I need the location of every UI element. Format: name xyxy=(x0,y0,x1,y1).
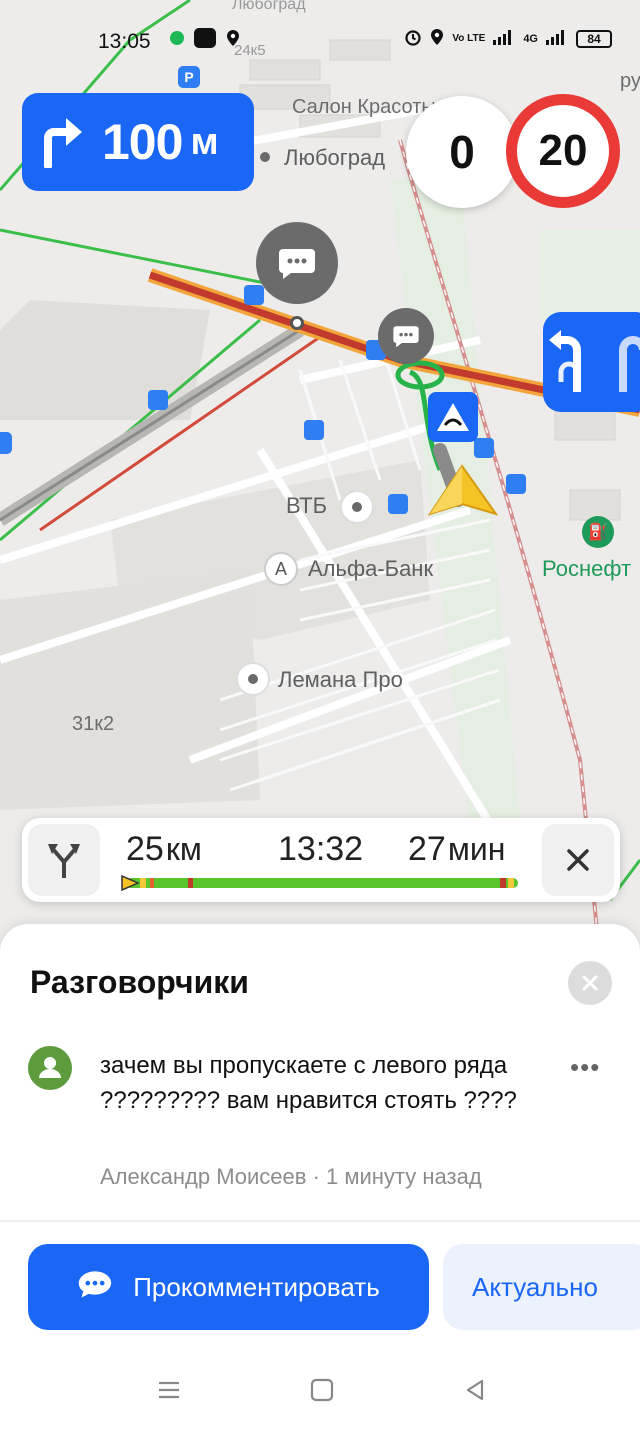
alarm-icon xyxy=(404,28,422,49)
comments-sheet: Разговорчики зачем вы пропускаете с лево… xyxy=(0,924,640,1430)
bus-stop-icon[interactable] xyxy=(304,420,324,440)
bus-stop-icon[interactable] xyxy=(148,390,168,410)
divider xyxy=(0,1220,640,1222)
meta-separator: · xyxy=(306,1164,327,1189)
system-nav-bar xyxy=(0,1370,640,1410)
bus-stop-icon[interactable] xyxy=(244,285,264,305)
parking-icon[interactable] xyxy=(0,432,12,454)
comment-time: 1 минуту назад xyxy=(326,1164,482,1189)
parking-icon[interactable]: P xyxy=(178,66,200,88)
speed-limit-sign: 20 xyxy=(506,94,620,208)
back-icon[interactable] xyxy=(462,1378,492,1404)
map-label-alfa[interactable]: Альфа-Банк xyxy=(308,556,433,582)
spotify-icon xyxy=(170,31,184,45)
comment-text: зачем вы пропускаете с левого ряда ?????… xyxy=(100,1052,517,1114)
route-distance: 25км xyxy=(126,830,202,869)
bus-stop-icon[interactable] xyxy=(388,494,408,514)
actual-button[interactable]: Актуально xyxy=(443,1244,640,1330)
chat-pin-icon[interactable] xyxy=(378,308,434,364)
comment-author[interactable]: Александр Моисеев xyxy=(100,1164,306,1189)
menu-icon[interactable] xyxy=(156,1378,186,1404)
comment-meta: Александр Моисеев · 1 минуту назад xyxy=(100,1164,482,1190)
map-label-building: 31к2 xyxy=(72,713,115,735)
close-icon xyxy=(582,975,598,991)
speed-bump-sign-icon[interactable] xyxy=(428,392,478,442)
signal-icon xyxy=(546,29,568,48)
route-distance-value: 25 xyxy=(126,830,164,868)
route-distance-unit: км xyxy=(165,831,202,867)
sheet-close-button[interactable] xyxy=(568,961,612,1005)
map-label-lyubograd[interactable]: Любоград xyxy=(284,145,385,171)
route-alternatives-button[interactable] xyxy=(28,824,100,896)
map-label-salon[interactable]: Салон Красоты xyxy=(292,96,436,119)
battery-indicator: 84 xyxy=(576,29,612,48)
actual-label: Актуально xyxy=(472,1271,598,1302)
close-icon xyxy=(567,849,589,871)
status-bar: 13:05 Vo LTE 4G 84 xyxy=(0,22,640,60)
avatar[interactable] xyxy=(28,1046,72,1090)
user-icon xyxy=(39,1057,61,1078)
fuel-station-icon[interactable]: ⛽ xyxy=(582,516,614,548)
network-type-label: 4G xyxy=(523,32,538,45)
lane-guidance xyxy=(543,312,640,412)
comment-more-button[interactable]: ••• xyxy=(570,1052,600,1083)
map-label-lemana[interactable]: Лемана Про xyxy=(278,667,403,693)
bus-stop-icon[interactable] xyxy=(474,438,494,458)
vehicle-arrow-icon xyxy=(428,464,498,516)
status-time: 13:05 xyxy=(98,30,151,53)
bus-stop-icon[interactable] xyxy=(506,474,526,494)
route-duration-unit: мин xyxy=(447,831,506,867)
map-label-vtb[interactable]: ВТБ xyxy=(286,493,327,519)
route-start-marker-icon xyxy=(121,874,140,892)
turn-right-arrow-icon xyxy=(22,93,102,191)
chat-bubble-icon xyxy=(77,1269,113,1306)
lyubograd-poi-icon[interactable] xyxy=(250,142,280,172)
route-duration-value: 27 xyxy=(408,830,446,868)
chat-pin-anchor-icon xyxy=(290,316,304,330)
route-duration: 27мин xyxy=(408,830,505,869)
map-label-rosneft[interactable]: Роснефт xyxy=(542,556,631,582)
route-traffic-bar xyxy=(126,878,518,888)
add-comment-button[interactable]: Прокомментировать xyxy=(28,1244,429,1330)
volte-label: Vo LTE xyxy=(452,32,486,44)
lemana-poi-icon[interactable] xyxy=(236,662,270,696)
maneuver-panel[interactable]: 100 м xyxy=(22,93,254,191)
status-notification-icons xyxy=(170,28,240,48)
bank-poi-icon[interactable] xyxy=(340,490,374,524)
alfa-bank-icon[interactable]: A xyxy=(264,552,298,586)
fork-route-icon xyxy=(48,844,80,878)
home-icon[interactable] xyxy=(309,1378,339,1404)
current-speed: 0 xyxy=(406,96,518,208)
maneuver-distance-unit: м xyxy=(190,120,219,163)
map-label-stream: руч xyxy=(620,70,640,92)
route-summary-bar[interactable]: 25км 13:32 27мин xyxy=(22,818,620,902)
route-arrival-time: 13:32 xyxy=(278,830,364,868)
sheet-title: Разговорчики xyxy=(30,964,249,1000)
signal-icon xyxy=(493,29,515,48)
map-label-top: Любоград xyxy=(232,0,306,13)
add-comment-label: Прокомментировать xyxy=(133,1271,380,1302)
close-route-button[interactable] xyxy=(542,824,614,896)
location-icon xyxy=(430,28,444,49)
status-right-icons: Vo LTE 4G 84 xyxy=(404,28,612,49)
location-pin-icon xyxy=(226,29,240,47)
camera-app-icon xyxy=(194,28,216,48)
chat-pin-icon[interactable] xyxy=(256,222,338,304)
maneuver-distance: 100 xyxy=(102,114,183,170)
